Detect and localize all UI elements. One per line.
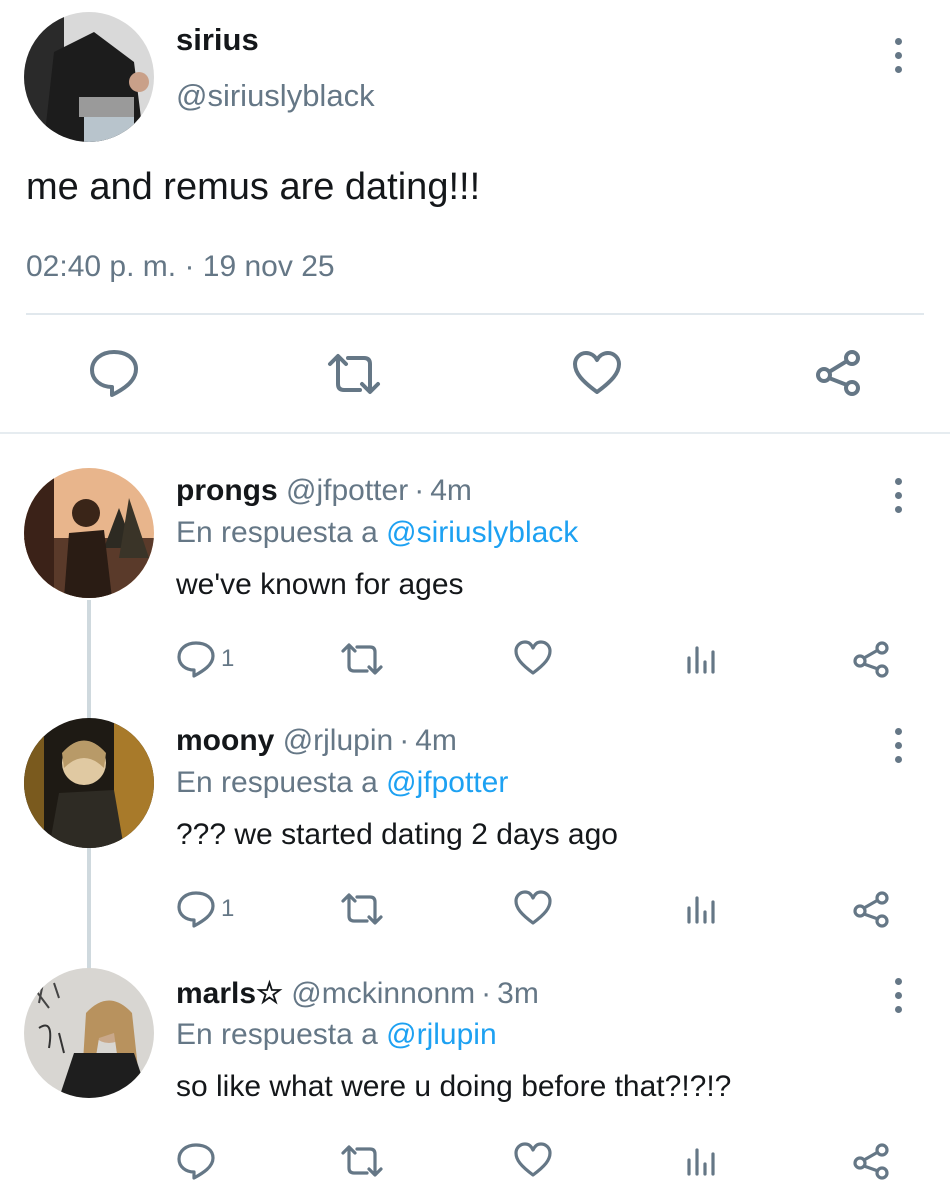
share-icon[interactable] [852, 890, 890, 928]
share-icon[interactable] [814, 348, 864, 398]
reply-icon[interactable] [176, 640, 216, 678]
tweet-text: me and remus are dating!!! [26, 166, 481, 208]
analytics-icon[interactable] [686, 642, 718, 674]
analytics-icon[interactable] [686, 1144, 718, 1176]
retweet-icon[interactable] [340, 892, 384, 926]
display-name[interactable]: prongs [176, 474, 278, 507]
reply-icon[interactable] [176, 1142, 216, 1180]
handle[interactable]: @siriuslyblack [176, 78, 375, 114]
tweet-timestamp: 02:40 p. m. · 19 nov 25 [26, 250, 335, 284]
reply-icon[interactable] [176, 890, 216, 928]
reply-text: ??? we started dating 2 days ago [176, 818, 618, 851]
avatar-moony[interactable] [24, 718, 154, 848]
retweet-icon[interactable] [340, 1144, 384, 1178]
reply-to-link[interactable]: @siriuslyblack [386, 516, 578, 549]
reply-context: En respuesta a @siriuslyblack [176, 516, 578, 550]
reply-header: moony @rjlupin · 4m [176, 724, 457, 758]
reply-age: 4m [430, 474, 472, 507]
like-icon[interactable] [514, 1142, 552, 1178]
display-name[interactable]: moony [176, 724, 274, 757]
reply-context: En respuesta a @rjlupin [176, 1018, 497, 1052]
tweet-date: 19 nov 25 [202, 250, 335, 283]
reply-prefix: En respuesta a [176, 766, 378, 799]
avatar-prongs[interactable] [24, 468, 154, 598]
separator: · [414, 474, 425, 507]
reply-text: so like what were u doing before that?!?… [176, 1070, 732, 1103]
reply-age: 4m [415, 724, 457, 757]
separator: · [399, 724, 410, 757]
reply-icon[interactable] [88, 348, 140, 398]
reply-header: marls☆ @mckinnonm · 3m [176, 976, 539, 1011]
like-icon[interactable] [514, 890, 552, 926]
separator: · [184, 250, 195, 283]
share-icon[interactable] [852, 1142, 890, 1180]
handle[interactable]: @mckinnonm [291, 977, 475, 1010]
more-options-icon[interactable] [892, 478, 904, 513]
retweet-icon[interactable] [326, 352, 382, 396]
reply-to-link[interactable]: @rjlupin [386, 1018, 497, 1051]
reply-context: En respuesta a @jfpotter [176, 766, 508, 800]
like-icon[interactable] [572, 350, 622, 396]
reply-prefix: En respuesta a [176, 516, 378, 549]
divider [26, 313, 924, 315]
section-divider [0, 432, 950, 434]
reply-count: 1 [221, 895, 235, 922]
reply-prefix: En respuesta a [176, 1018, 378, 1051]
analytics-icon[interactable] [686, 892, 718, 924]
reply-header: prongs @jfpotter · 4m [176, 474, 472, 508]
tweet-time: 02:40 p. m. [26, 250, 177, 283]
more-options-icon[interactable] [892, 978, 904, 1013]
reply-count: 1 [221, 645, 235, 672]
retweet-icon[interactable] [340, 642, 384, 676]
reply-age: 3m [497, 977, 539, 1010]
handle[interactable]: @jfpotter [286, 474, 408, 507]
display-name[interactable]: marls☆ [176, 977, 283, 1010]
avatar-sirius[interactable] [24, 12, 154, 142]
avatar-marls[interactable] [24, 968, 154, 1098]
separator: · [481, 977, 492, 1010]
reply-to-link[interactable]: @jfpotter [386, 766, 508, 799]
handle[interactable]: @rjlupin [283, 724, 394, 757]
reply-text: we've known for ages [176, 568, 464, 601]
share-icon[interactable] [852, 640, 890, 678]
more-options-icon[interactable] [892, 38, 904, 73]
like-icon[interactable] [514, 640, 552, 676]
more-options-icon[interactable] [892, 728, 904, 763]
display-name[interactable]: sirius [176, 22, 259, 58]
